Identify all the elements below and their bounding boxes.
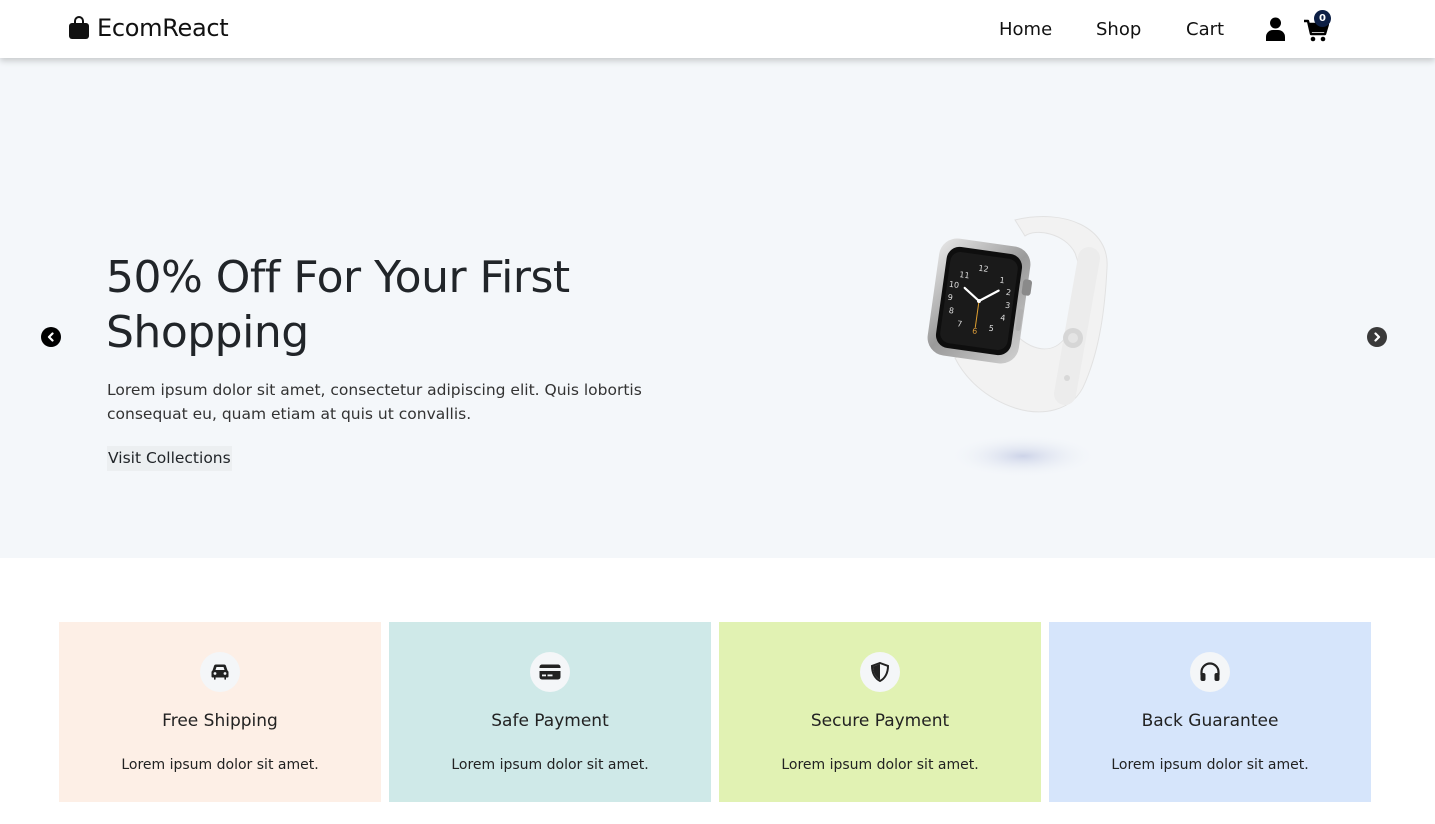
feature-icon-wrapper [530, 652, 570, 692]
hero-title: 50% Off For Your First Shopping [106, 252, 570, 358]
svg-text:12: 12 [978, 264, 989, 274]
user-icon[interactable] [1265, 17, 1286, 41]
feature-card-back-guarantee: Back Guarantee Lorem ipsum dolor sit ame… [1049, 622, 1371, 802]
nav-links: Home Shop Cart [0, 19, 1435, 43]
carousel-next-button[interactable] [1367, 327, 1387, 347]
svg-text:10: 10 [948, 280, 959, 290]
hero-carousel: 50% Off For Your First Shopping Lorem ip… [0, 58, 1435, 558]
navbar: EcomReact Home Shop Cart 0 [0, 0, 1435, 58]
cart-count-badge: 0 [1314, 10, 1331, 27]
feature-title: Safe Payment [491, 711, 609, 731]
feature-text: Lorem ipsum dolor sit amet. [451, 757, 649, 773]
feature-card-secure-payment: Secure Payment Lorem ipsum dolor sit ame… [719, 622, 1041, 802]
feature-text: Lorem ipsum dolor sit amet. [121, 757, 319, 773]
feature-title: Back Guarantee [1141, 711, 1279, 731]
chevron-left-circle-icon [47, 332, 54, 342]
smartwatch-image: 12 1 2 3 4 5 6 7 8 9 10 11 [927, 216, 1108, 478]
nav-link-shop[interactable]: Shop [1096, 19, 1141, 40]
visit-collections-button[interactable]: Visit Collections [107, 446, 232, 471]
headphones-icon [1200, 662, 1220, 681]
feature-icon-wrapper [1190, 652, 1230, 692]
feature-card-safe-payment: Safe Payment Lorem ipsum dolor sit amet. [389, 622, 711, 802]
chevron-right-circle-icon [1374, 332, 1381, 342]
car-icon [211, 664, 229, 680]
feature-title: Secure Payment [810, 711, 950, 731]
feature-text: Lorem ipsum dolor sit amet. [1111, 757, 1309, 773]
feature-icon-wrapper [860, 652, 900, 692]
nav-link-home[interactable]: Home [999, 19, 1052, 40]
feature-icon-wrapper [200, 652, 240, 692]
shield-icon [871, 662, 889, 682]
carousel-prev-button[interactable] [41, 327, 61, 347]
feature-text: Lorem ipsum dolor sit amet. [781, 757, 979, 773]
svg-text:11: 11 [959, 270, 970, 280]
nav-link-cart[interactable]: Cart [1186, 19, 1224, 40]
hero-description: Lorem ipsum dolor sit amet, consectetur … [107, 381, 642, 423]
feature-card-free-shipping: Free Shipping Lorem ipsum dolor sit amet… [59, 622, 381, 802]
feature-title: Free Shipping [162, 711, 278, 731]
credit-card-icon [539, 664, 561, 680]
